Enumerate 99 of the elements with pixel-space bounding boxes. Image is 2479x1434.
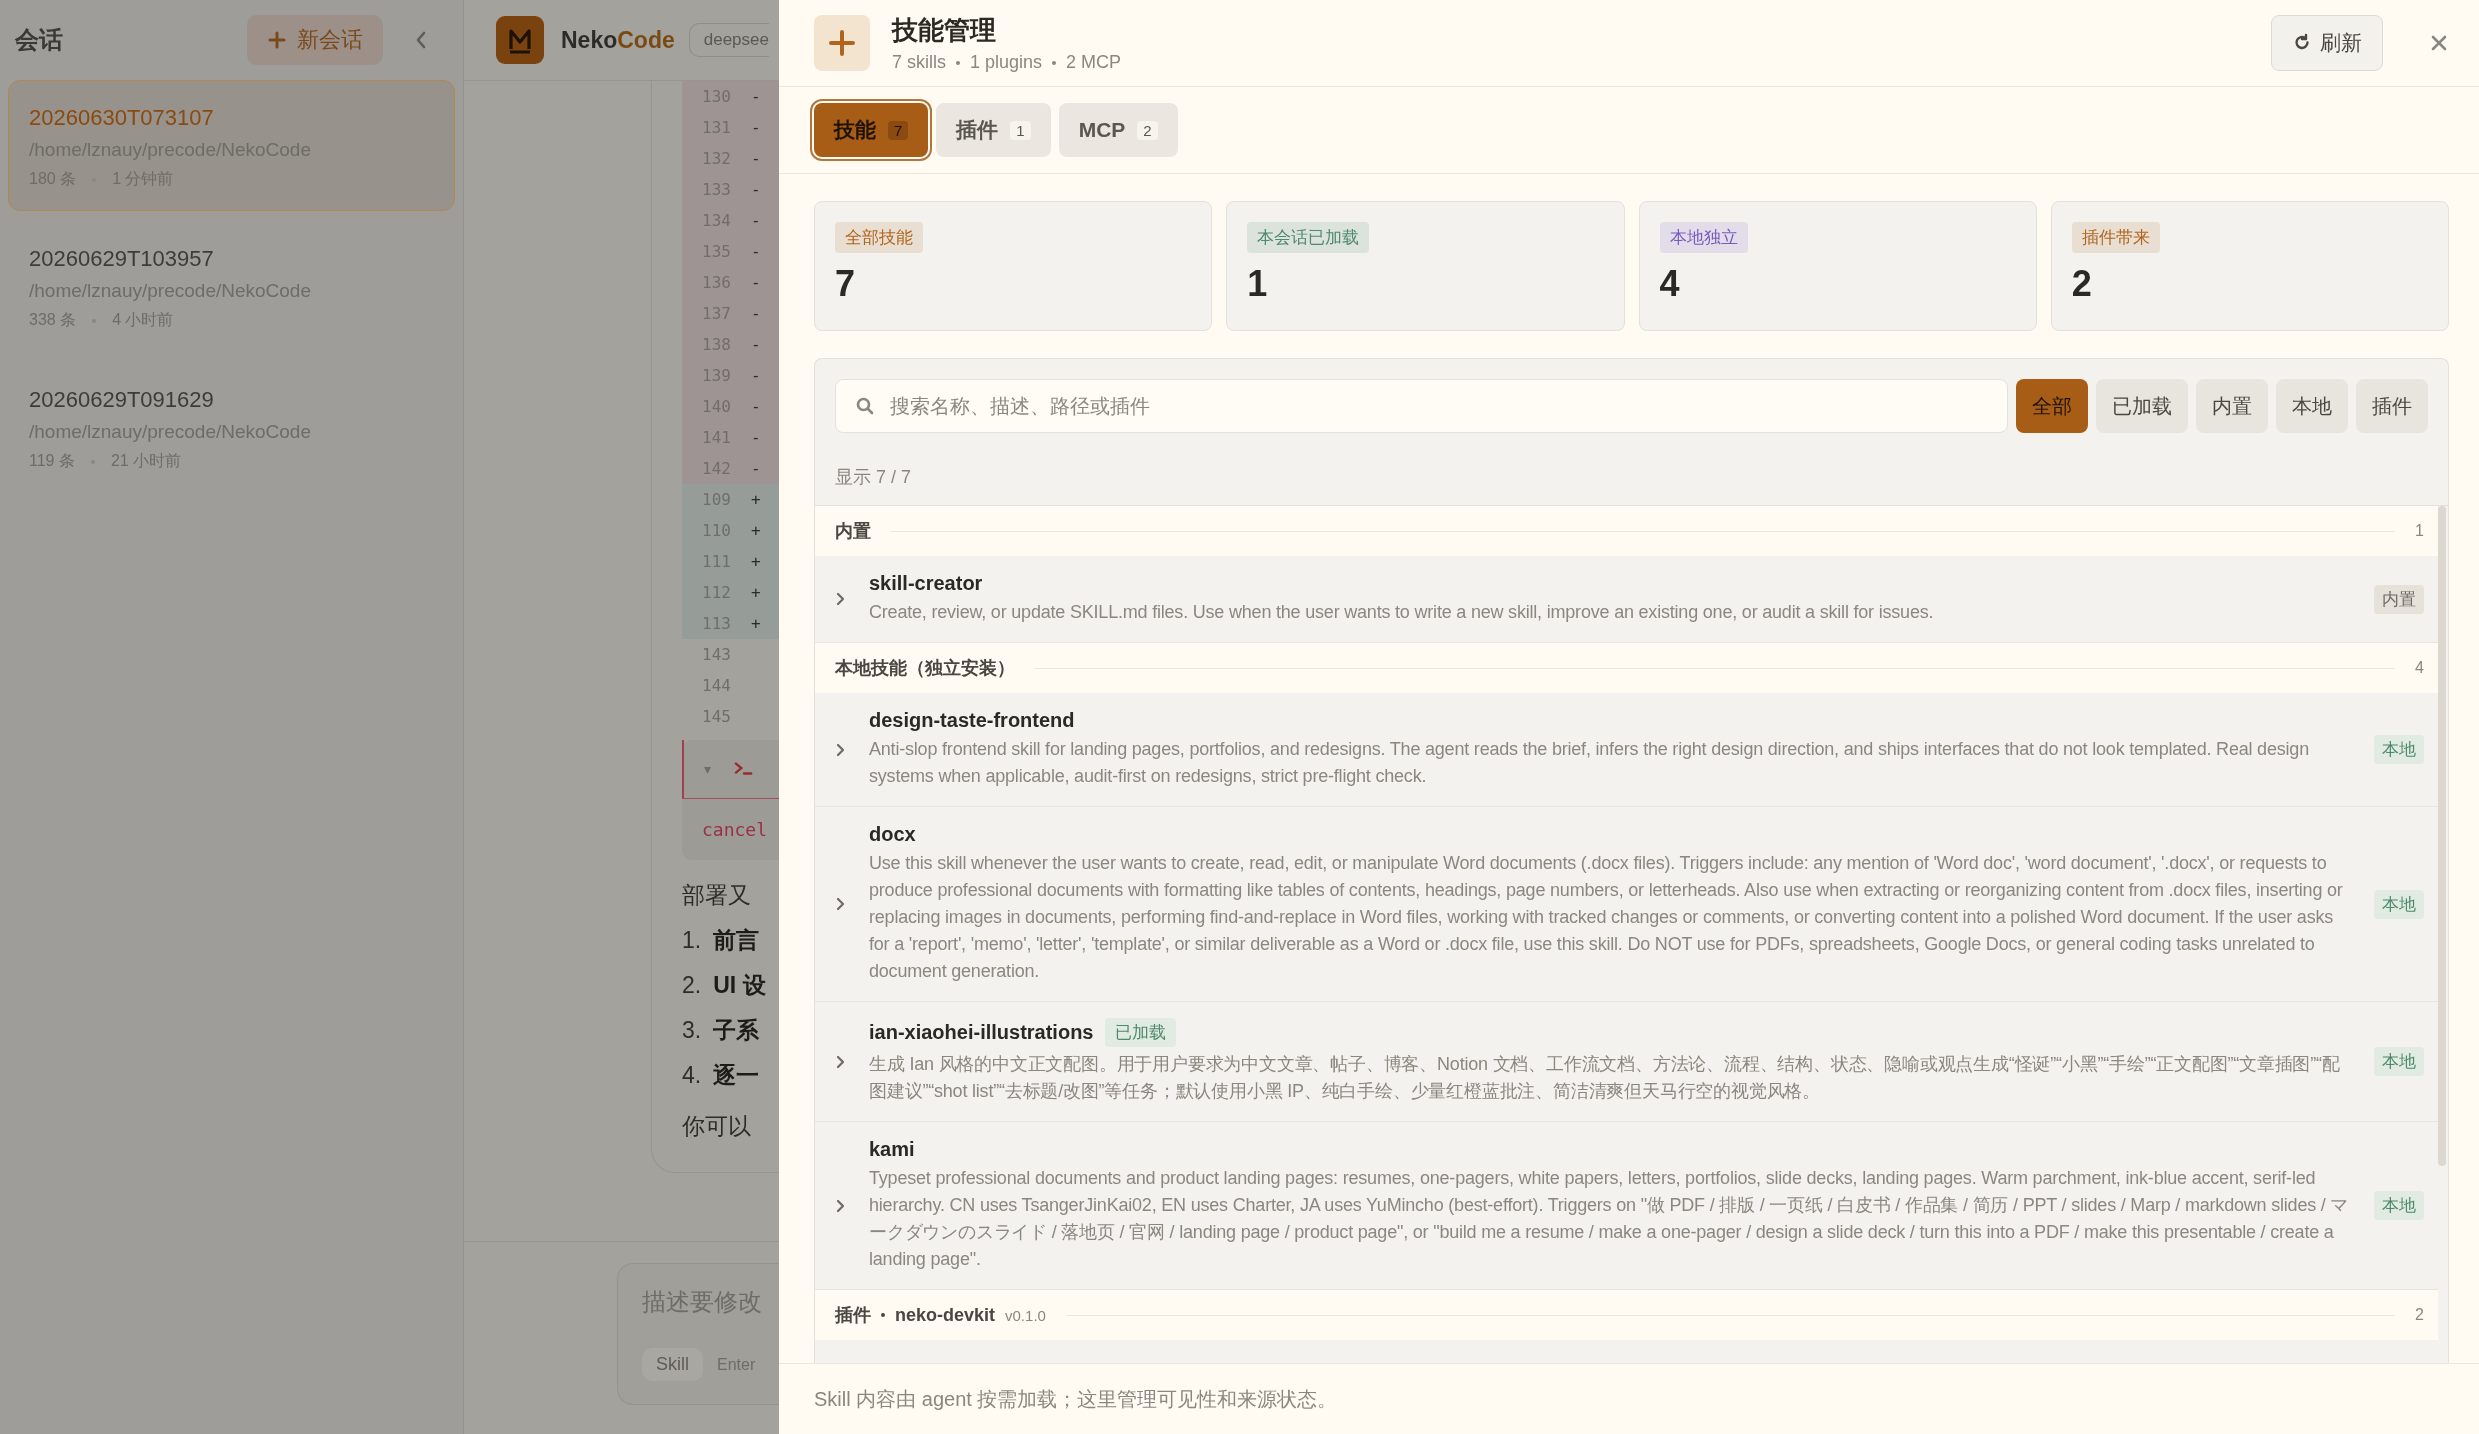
filter-button[interactable]: 已加载 <box>2096 379 2188 433</box>
source-badge: 本地 <box>2374 1047 2424 1076</box>
chevron-icon <box>835 591 847 607</box>
source-badge: 本地 <box>2374 1191 2424 1220</box>
diff-sign: - <box>750 87 761 106</box>
list-number: 4. <box>682 1062 702 1089</box>
tool-output: cancel <box>702 819 768 840</box>
tab[interactable]: MCP 2 <box>1058 103 1178 157</box>
summary-text: 1 plugins <box>970 52 1043 73</box>
message-text: 你可以 <box>682 1112 752 1141</box>
scrollbar-thumb[interactable] <box>2438 506 2446 1166</box>
skill-description: 生成 Ian 风格的中文正文配图。用于用户要求为中文文章、帖子、博客、Notion 文档、工作流文档、方法论、流程、结构、状态、隐喻或观点生成“怪诞”“小黑”“手绘”“正文配图”“文章插图”“配图建议”“shot list”“去标题/改图”等任务；默认使用小黑 IP、纯白手绘、少量红橙蓝批注、简洁清爽但天马行空的视觉风格。 <box>869 1053 2341 1103</box>
diff-sign: - <box>750 273 761 292</box>
diff-sign: + <box>750 614 761 633</box>
stat-label: 本会话已加载 <box>1247 222 1370 253</box>
skill-description: Create, review, or update SKILL.md files. Use when the user wants to write a new skill, improve an existing one, or audit a skill for issues. <box>869 601 1935 624</box>
session-title: 20260629T103957 <box>29 246 215 272</box>
diff-sign: - <box>750 211 761 230</box>
chevron-icon <box>835 741 847 758</box>
list-number: 2. <box>682 972 702 999</box>
skill-description: Use this skill whenever the user wants to create, read, edit, or manipulate Word documents (.docx files). Triggers include: any mention of 'Word doc', 'word document', '.docx', or requests to produce professional documents with formatting like tables of contents, headings, page numbers, or letterheads. Also use when extracting or reorganizing content from .docx files, inserting or replacing images in documents, performing find-and-replace in Word files, working with tracked changes or comments, or converting content into a polished Word document. If the user asks for a 'report', 'memo', 'letter', 'template', or similar deliverable as a Word or .docx file, use this skill. Do NOT use for PDFs, spreadsheets, Google Docs, or general coding tasks unrelated to document generation. <box>869 852 2344 983</box>
filter-button[interactable]: 本地 <box>2276 379 2348 433</box>
app-logo-icon <box>496 16 544 64</box>
diff-sign: - <box>750 335 761 354</box>
caret-icon: ▾ <box>704 761 712 777</box>
source-badge: 本地 <box>2374 889 2424 919</box>
diff-sign: - <box>750 397 761 416</box>
section-title: 本地技能（独立安装） <box>835 657 1015 680</box>
list-item-text: UI 设 <box>713 971 766 1000</box>
diff-sign: - <box>750 366 761 385</box>
skill-name: skill-creator <box>869 572 983 595</box>
chevron-icon <box>835 896 847 912</box>
skill-name: kami <box>869 1138 915 1161</box>
stat-value: 2 <box>2071 263 2092 305</box>
search-icon <box>855 396 875 416</box>
tab[interactable]: 插件 1 <box>936 103 1051 157</box>
stat-label: 插件带来 <box>2071 222 2160 253</box>
diff-sign: - <box>750 242 761 261</box>
new-session-button[interactable]: 新会话 <box>247 15 383 65</box>
diff-sign: - <box>750 428 761 447</box>
skill-description: Anti-slop frontend skill for landing pages, portfolios, and redesigns. The agent reads the brief, infers the right design direction, and ships interfaces that do not look templated. Real design systems when applicable, audit-first on redesigns, strict pre-flight check. <box>869 738 2310 788</box>
section-title: 插件 <box>835 1304 871 1327</box>
summary-text: 2 MCP <box>1066 52 1122 73</box>
chevron-icon <box>835 1197 847 1214</box>
diff-sign: - <box>750 304 761 323</box>
skill-name: design-taste-frontend <box>869 709 1075 732</box>
sidebar-title: 会话 <box>15 25 63 55</box>
filter-button[interactable]: 插件 <box>2356 379 2428 433</box>
skill-name: ian-xiaohei-illustrations <box>869 1021 1094 1044</box>
stat-value: 1 <box>1247 263 1268 305</box>
panel-title: 技能管理 <box>892 14 997 47</box>
chevron-icon <box>835 1053 847 1070</box>
diff-sign: - <box>750 180 761 199</box>
source-badge: 内置 <box>2374 584 2424 614</box>
separator-dot <box>881 1313 885 1317</box>
plus-icon <box>267 30 287 50</box>
loaded-tag: 已加载 <box>1105 1018 1177 1047</box>
diff-sign: + <box>750 490 761 509</box>
close-icon[interactable] <box>2429 33 2449 53</box>
skill-description: Typeset professional documents and product landing pages: resumes, one-pagers, white papers, letters, portfolios, slide decks, landing pages. Warm parchment, ink-blue accent, serif-led hierarchy. CN uses TsangerJinKai02, EN uses Charter, JA uses YuMincho (best-effort). Triggers on "做 PDF / 排版 / 一页纸 / 白皮书 / 作品集 / 简历 / PPT / slides / Marp / markdown slides / マークダウンのスライド / 落地页 / 官网 / landing page / product page", or "build me a resume / make a one-pager / design a slide deck / turn this into a PDF / make this presentable / create a landing page". <box>869 1167 2350 1271</box>
list-number: 1. <box>682 927 702 954</box>
diff-sign: - <box>750 118 761 137</box>
plus-icon <box>814 15 870 71</box>
diff-sign: - <box>750 149 761 168</box>
separator-dot <box>1052 60 1057 65</box>
filter-button[interactable]: 内置 <box>2196 379 2268 433</box>
filter-button[interactable]: 全部 <box>2016 379 2088 433</box>
list-item-text: 逐一 <box>713 1061 760 1090</box>
footer-note: Skill 内容由 agent 按需加载；这里管理可见性和来源状态。 <box>814 1386 1338 1412</box>
diff-sign: + <box>750 521 761 540</box>
refresh-button[interactable]: 刷新 <box>2271 15 2383 71</box>
plugin-version: v0.1.0 <box>1005 1306 1046 1324</box>
skill-name: docx <box>869 823 916 846</box>
message-text: 部署又 <box>682 881 752 910</box>
diff-sign: + <box>750 583 761 602</box>
stat-value: 7 <box>835 263 856 305</box>
diff-sign: - <box>750 459 761 478</box>
search-field[interactable]: 搜索名称、描述、路径或插件 <box>835 379 2008 433</box>
section-count: 4 <box>2415 659 2424 677</box>
list-number: 3. <box>682 1017 702 1044</box>
section-count: 2 <box>2415 1306 2424 1324</box>
stat-label: 全部技能 <box>835 222 923 253</box>
plugin-name: neko-devkit <box>895 1304 996 1326</box>
session-title: 20260629T091629 <box>29 387 215 413</box>
source-badge: 本地 <box>2374 735 2424 764</box>
stat-label: 本地独立 <box>1659 222 1748 253</box>
diff-sign: + <box>750 552 761 571</box>
summary-text: 7 skills <box>892 52 946 73</box>
session-title: 20260630T073107 <box>29 105 215 131</box>
stat-value: 4 <box>1659 263 1680 305</box>
section-count: 1 <box>2415 522 2424 540</box>
list-item-text: 前言 <box>713 926 760 955</box>
app-name: NekoCode <box>561 26 675 54</box>
model-chip[interactable]: deepsee <box>688 23 769 57</box>
separator-dot <box>956 60 960 65</box>
result-count: 显示 7 / 7 <box>835 467 912 487</box>
skill-chip[interactable]: Skill <box>642 1348 703 1381</box>
section-title: 内置 <box>835 520 871 543</box>
list-item-text: 子系 <box>713 1016 760 1045</box>
